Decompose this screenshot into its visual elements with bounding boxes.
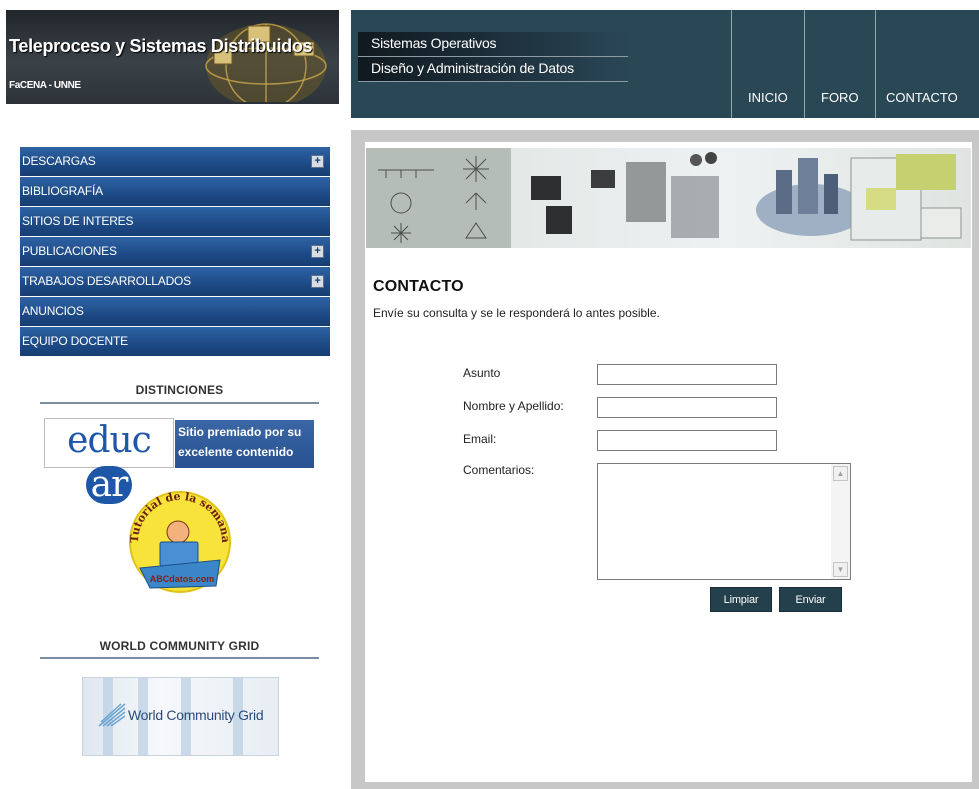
- sidebar-item-label: DESCARGAS: [22, 154, 96, 168]
- sidebar-item-sitios-de-interes[interactable]: SITIOS DE INTERES: [20, 207, 330, 236]
- sidebar-item-label: BIBLIOGRAFÍA: [22, 184, 103, 198]
- expand-plus-icon[interactable]: +: [311, 275, 324, 288]
- name-input[interactable]: [597, 397, 777, 418]
- left-column: Teleproceso y Sistemas Distribuidos FaCE…: [0, 0, 345, 789]
- distinctions-divider: [40, 402, 319, 404]
- nav-divider: [731, 10, 732, 118]
- nav-inicio[interactable]: INICIO: [748, 90, 788, 105]
- nav-contacto[interactable]: CONTACTO: [886, 90, 958, 105]
- comments-textarea[interactable]: [597, 463, 851, 580]
- site-subtitle: FaCENA - UNNE: [9, 80, 81, 91]
- comments-label: Comentarios:: [463, 463, 535, 477]
- wcg-leaf-icon: [98, 703, 126, 727]
- network-topology-banner: [366, 148, 971, 248]
- nav-divider: [804, 10, 805, 118]
- wcg-divider: [40, 657, 319, 659]
- expand-plus-icon[interactable]: +: [311, 155, 324, 168]
- subject-label: Asunto: [463, 366, 501, 380]
- sidebar-item-label: TRABAJOS DESARROLLADOS: [22, 274, 191, 288]
- educar-award-text: Sitio premiado por su excelente contenid…: [175, 420, 314, 468]
- sidebar-item-label: EQUIPO DOCENTE: [22, 334, 128, 348]
- clear-button[interactable]: Limpiar: [710, 587, 772, 612]
- sidebar-menu: DESCARGAS + BIBLIOGRAFÍA SITIOS DE INTER…: [20, 147, 330, 357]
- educar-logo: educar: [44, 418, 174, 504]
- scroll-down-icon[interactable]: ▼: [833, 562, 848, 577]
- sidebar-item-publicaciones[interactable]: PUBLICACIONES +: [20, 237, 330, 266]
- nav-divider: [875, 10, 876, 118]
- sidebar-item-label: PUBLICACIONES: [22, 244, 117, 258]
- sidebar-item-label: ANUNCIOS: [22, 304, 84, 318]
- sidebar-item-descargas[interactable]: DESCARGAS +: [20, 147, 330, 176]
- site-title: Teleproceso y Sistemas Distribuidos: [9, 36, 313, 56]
- sidebar-item-bibliografia[interactable]: BIBLIOGRAFÍA: [20, 177, 330, 206]
- page-intro: Envíe su consulta y se le responderá lo …: [373, 306, 660, 320]
- email-input[interactable]: [597, 430, 777, 451]
- email-label: Email:: [463, 432, 497, 446]
- nav-foro[interactable]: FORO: [821, 90, 859, 105]
- wcg-heading: WORLD COMMUNITY GRID: [99, 639, 260, 653]
- wcg-logo-text: World Community Grid: [128, 707, 264, 723]
- site-header: Teleproceso y Sistemas Distribuidos FaCE…: [6, 10, 339, 104]
- subject-input[interactable]: [597, 364, 777, 385]
- subject-links: Sistemas Operativos Diseño y Administrac…: [358, 32, 628, 82]
- sidebar-item-anuncios[interactable]: ANUNCIOS: [20, 297, 330, 326]
- page-title: CONTACTO: [373, 278, 464, 295]
- link-sistemas-operativos[interactable]: Sistemas Operativos: [358, 32, 628, 57]
- distinctions-heading: DISTINCIONES: [135, 383, 224, 397]
- scroll-up-icon[interactable]: ▲: [833, 466, 848, 481]
- tutorial-award-badge[interactable]: Tutorial de la semana ABCdatos.com: [120, 490, 240, 600]
- tutorial-badge-site: ABCdatos.com: [150, 574, 215, 584]
- world-community-grid-badge[interactable]: World Community Grid: [82, 677, 279, 756]
- globe-network-image: [205, 23, 327, 102]
- educar-logo-text: educ: [67, 420, 152, 461]
- name-label: Nombre y Apellido:: [463, 399, 564, 413]
- link-diseno-administracion-datos[interactable]: Diseño y Administración de Datos: [358, 57, 628, 82]
- sidebar-item-label: SITIOS DE INTERES: [22, 214, 134, 228]
- send-button[interactable]: Enviar: [779, 587, 842, 612]
- educar-award-badge[interactable]: educar Sitio premiado por su excelente c…: [42, 418, 314, 504]
- sidebar-item-equipo-docente[interactable]: EQUIPO DOCENTE: [20, 327, 330, 356]
- top-navigation-bar: Sistemas Operativos Diseño y Administrac…: [351, 10, 979, 118]
- expand-plus-icon[interactable]: +: [311, 245, 324, 258]
- comments-scrollbar[interactable]: ▲ ▼: [831, 464, 850, 579]
- sidebar-item-trabajos-desarrollados[interactable]: TRABAJOS DESARROLLADOS +: [20, 267, 330, 296]
